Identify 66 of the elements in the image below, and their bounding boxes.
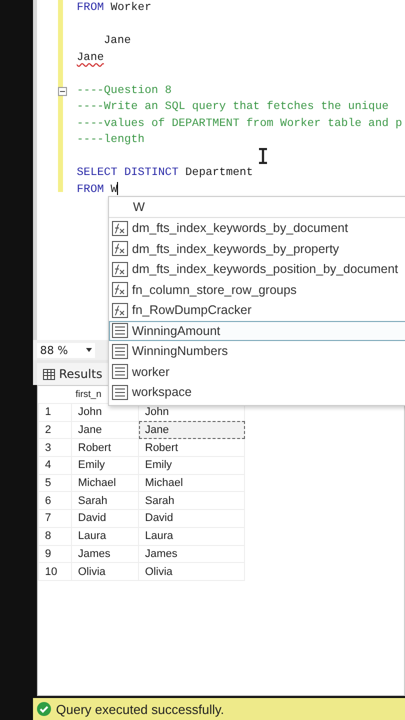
zoom-dropdown[interactable]: 88 % bbox=[37, 342, 95, 358]
table-icon bbox=[112, 323, 128, 338]
code-line: ----values of DEPARTMENT from Worker table and p bbox=[76, 118, 402, 130]
row-number: 5 bbox=[38, 474, 72, 492]
table-icon bbox=[112, 384, 128, 400]
table-cell: Jane bbox=[138, 421, 244, 439]
table-cell: Sarah bbox=[138, 492, 244, 510]
collapse-icon[interactable] bbox=[58, 86, 67, 96]
table-cell: David bbox=[72, 510, 138, 528]
code-line: ----length bbox=[76, 134, 145, 146]
code-line: SELECT DISTINCT Department bbox=[76, 167, 254, 179]
table-cell: James bbox=[138, 545, 244, 563]
function-icon bbox=[112, 282, 128, 298]
row-number: 4 bbox=[38, 456, 72, 474]
code-line: ----Question 8 bbox=[76, 84, 172, 96]
table-cell: James bbox=[72, 545, 138, 563]
code-line: FROM Worker bbox=[76, 2, 152, 14]
code-line: Jane bbox=[104, 35, 131, 47]
table-cell: Jane bbox=[72, 421, 138, 439]
suggestion-item[interactable]: fn_RowDumpCracker bbox=[109, 300, 405, 320]
function-icon bbox=[112, 241, 128, 256]
function-icon bbox=[112, 220, 128, 236]
suggestion-item[interactable]: dm_fts_index_keywords_by_document bbox=[109, 218, 405, 238]
row-number: 6 bbox=[38, 492, 72, 510]
code-line: ----Write an SQL query that fetches the unique bbox=[76, 101, 389, 113]
column-header: first_n bbox=[76, 389, 102, 400]
row-number: 8 bbox=[38, 527, 72, 545]
text-caret bbox=[117, 182, 118, 196]
table-cell: Sarah bbox=[72, 492, 138, 510]
table-cell: Emily bbox=[72, 456, 138, 474]
suggestion-item[interactable]: worker bbox=[109, 362, 405, 382]
table-icon bbox=[112, 364, 128, 380]
suggestion-item[interactable]: fn_column_store_row_groups bbox=[109, 280, 405, 300]
table-cell: Olivia bbox=[138, 562, 244, 580]
table-cell: Michael bbox=[72, 474, 138, 492]
suggestion-item[interactable]: workspace bbox=[109, 382, 405, 402]
table-cell: Michael bbox=[138, 474, 244, 492]
function-icon bbox=[112, 262, 128, 277]
suggestion-item[interactable]: WinningNumbers bbox=[109, 341, 405, 362]
table-cell: Olivia bbox=[72, 562, 138, 580]
code-line: Jane bbox=[76, 52, 104, 64]
row-number: 10 bbox=[38, 562, 72, 580]
dropdown-arrow-icon bbox=[86, 348, 92, 352]
table-cell: David bbox=[138, 510, 244, 528]
table-cell: Laura bbox=[72, 527, 138, 545]
suggestion-item[interactable]: dm_fts_index_keywords_position_by_document bbox=[109, 259, 405, 280]
function-icon bbox=[112, 302, 128, 318]
table-cell: Robert bbox=[138, 438, 244, 457]
table-cell: Robert bbox=[72, 438, 138, 457]
row-number: 3 bbox=[38, 438, 72, 457]
text-cursor-icon bbox=[258, 148, 268, 164]
suggestion-item[interactable]: WinningAmount bbox=[109, 320, 405, 341]
row-number: 7 bbox=[38, 510, 72, 528]
suggestion-item[interactable]: dm_fts_index_keywords_by_property bbox=[109, 238, 405, 259]
success-icon bbox=[37, 702, 51, 716]
code-line: FROM W bbox=[76, 184, 118, 196]
results-tab[interactable]: Results bbox=[37, 363, 108, 385]
row-number: 2 bbox=[38, 421, 72, 439]
table-icon bbox=[112, 344, 128, 359]
row-number: 1 bbox=[38, 404, 72, 422]
row-number: 9 bbox=[38, 545, 72, 563]
status-message: Query executed successfully. bbox=[56, 702, 224, 716]
filter-text: W bbox=[109, 197, 405, 218]
table-cell: Emily bbox=[138, 456, 244, 474]
table-cell: Laura bbox=[138, 527, 244, 545]
grid-icon bbox=[43, 368, 55, 380]
